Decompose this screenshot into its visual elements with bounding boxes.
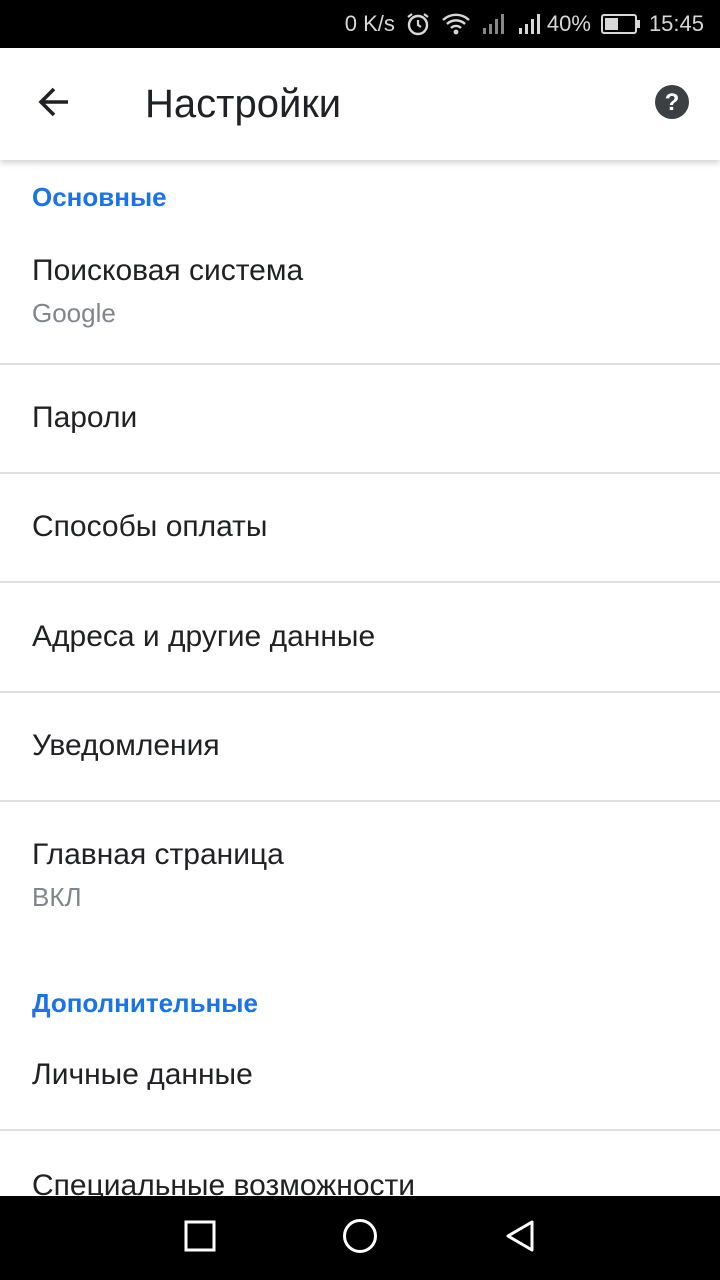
nav-back-button[interactable] [492,1210,548,1266]
settings-item-homepage[interactable]: Главная страница ВКЛ [0,802,720,930]
page-title: Настройки [145,82,342,126]
settings-item-subtitle: Google [32,298,116,328]
wifi-icon [441,12,471,36]
settings-item-subtitle: ВКЛ [32,882,82,912]
alarm-icon [405,11,431,37]
settings-item-notifications[interactable]: Уведомления [0,693,720,801]
battery-percent: 40% [546,11,591,36]
net-speed: 0 K/s [344,11,395,36]
section-header-basic: Основные [32,182,167,212]
home-button[interactable] [332,1210,388,1266]
settings-item-addresses[interactable]: Адреса и другие данные [0,583,720,691]
svg-text:?: ? [665,89,680,116]
settings-item-payment-methods[interactable]: Способы оплаты [0,474,720,582]
clock: 15:45 [648,11,704,36]
settings-item-title: Специальные возможности [32,1169,415,1196]
recents-button[interactable] [172,1210,228,1266]
settings-item-title: Адреса и другие данные [32,620,376,653]
settings-item-accessibility[interactable]: Специальные возможности [0,1131,720,1196]
status-bar: 0 K/s 40% 15:45 [0,0,720,48]
home-circle-icon [342,1218,378,1259]
section-header-advanced: Дополнительные [32,988,258,1018]
back-button[interactable] [22,72,86,136]
settings-item-privacy[interactable]: Личные данные [0,1028,720,1129]
settings-item-search-engine[interactable]: Поисковая система Google [0,230,720,364]
settings-list: Основные Поисковая система Google Пароли… [0,160,720,1196]
signal-icon [517,12,543,36]
arrow-back-icon [36,84,72,125]
navigation-bar [0,1196,720,1280]
settings-item-title: Поисковая система [32,254,304,287]
settings-item-title: Главная страница [32,838,284,871]
signal-icon [481,12,507,36]
help-button[interactable]: ? [646,78,698,130]
app-bar: Настройки ? [0,48,720,160]
back-triangle-icon [503,1219,537,1258]
settings-item-title: Уведомления [32,729,220,762]
battery-icon [600,13,641,35]
settings-item-title: Способы оплаты [32,510,268,543]
help-circle-icon: ? [654,84,690,125]
settings-item-title: Личные данные [32,1058,253,1091]
recents-square-icon [184,1220,216,1257]
settings-item-passwords[interactable]: Пароли [0,365,720,473]
settings-item-title: Пароли [32,401,138,434]
